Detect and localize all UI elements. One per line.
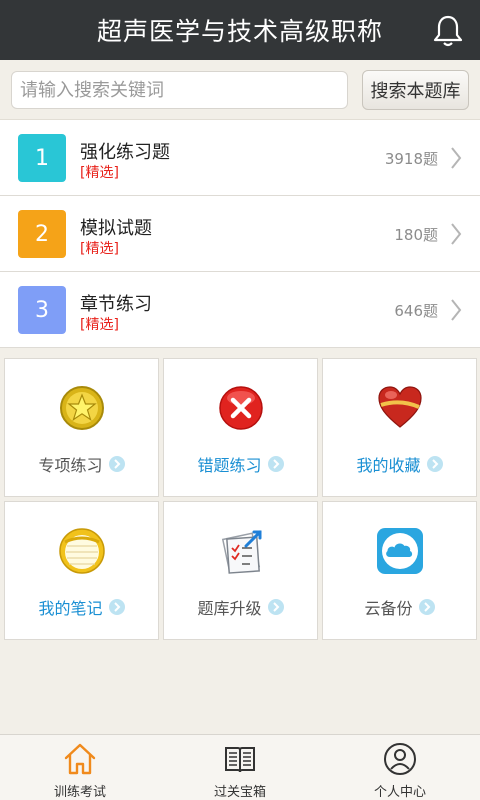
star-medal-icon <box>59 386 104 430</box>
tile-my-favorites[interactable]: 我的收藏 <box>322 358 477 497</box>
search-button[interactable]: 搜索本题库 <box>362 70 469 110</box>
notepad-icon <box>58 528 105 574</box>
item-number-badge: 1 <box>18 134 66 182</box>
list-item-chapter-practice[interactable]: 3 章节练习 [精选] 646题 <box>0 272 480 348</box>
item-title: 模拟试题 <box>80 218 152 239</box>
question-count: 180题 <box>394 226 438 244</box>
tab-personal-center[interactable]: 个人中心 <box>320 735 480 800</box>
tile-special-practice[interactable]: 专项练习 <box>4 358 159 497</box>
arrow-right-icon <box>418 599 435 615</box>
tab-training-exam[interactable]: 训练考试 <box>0 735 160 800</box>
feature-grid: 专项练习 错题练习 我的收藏 我的笔记 题库升级 云备份 <box>4 358 478 640</box>
app-header: 超声医学与技术高级职称 <box>0 0 480 60</box>
error-x-icon <box>218 386 263 430</box>
arrow-right-icon <box>267 599 284 615</box>
tile-label: 错题练习 <box>197 456 262 475</box>
page-title: 超声医学与技术高级职称 <box>96 17 383 46</box>
tab-label: 过关宝箱 <box>213 785 266 800</box>
bottom-tab-bar: 训练考试 过关宝箱 个人中心 <box>0 734 480 800</box>
chevron-right-icon <box>451 299 462 321</box>
search-input[interactable] <box>11 71 348 109</box>
upgrade-checklist-icon <box>221 530 261 574</box>
arrow-right-icon <box>267 456 284 472</box>
arrow-right-icon <box>426 456 443 472</box>
featured-tag: [精选] <box>80 241 119 257</box>
tile-label: 我的收藏 <box>356 456 421 475</box>
tile-label: 专项练习 <box>38 456 103 475</box>
featured-tag: [精选] <box>80 165 119 181</box>
chevron-right-icon <box>451 223 462 245</box>
tile-bank-upgrade[interactable]: 题库升级 <box>163 501 318 640</box>
search-bar: 搜索本题库 <box>0 60 480 120</box>
book-icon <box>225 747 255 773</box>
tab-label: 个人中心 <box>373 785 426 800</box>
tile-label: 题库升级 <box>197 599 262 618</box>
arrow-right-icon <box>108 599 125 615</box>
tab-label: 训练考试 <box>53 785 106 800</box>
arrow-right-icon <box>108 456 125 472</box>
tile-cloud-backup[interactable]: 云备份 <box>322 501 477 640</box>
tile-wrong-questions[interactable]: 错题练习 <box>163 358 318 497</box>
tile-my-notes[interactable]: 我的笔记 <box>4 501 159 640</box>
list-item-mock-exam[interactable]: 2 模拟试题 [精选] 180题 <box>0 196 480 272</box>
chevron-right-icon <box>451 147 462 169</box>
bell-icon[interactable] <box>432 14 464 48</box>
tab-pass-treasure[interactable]: 过关宝箱 <box>160 735 320 800</box>
user-icon <box>384 743 416 775</box>
featured-tag: [精选] <box>80 317 119 333</box>
tile-label: 云备份 <box>364 599 413 618</box>
cloud-icon <box>376 528 423 574</box>
item-title: 章节练习 <box>80 294 152 315</box>
tile-label: 我的笔记 <box>38 599 103 618</box>
question-count: 646题 <box>394 302 438 320</box>
item-number-badge: 3 <box>18 286 66 334</box>
practice-list: 1 强化练习题 [精选] 3918题 2 模拟试题 [精选] 180题 3 章节… <box>0 120 480 348</box>
home-icon <box>64 743 96 775</box>
question-count: 3918题 <box>384 150 438 168</box>
item-number-badge: 2 <box>18 210 66 258</box>
list-item-intensive-practice[interactable]: 1 强化练习题 [精选] 3918题 <box>0 120 480 196</box>
heart-icon <box>377 386 422 428</box>
item-title: 强化练习题 <box>80 142 170 163</box>
